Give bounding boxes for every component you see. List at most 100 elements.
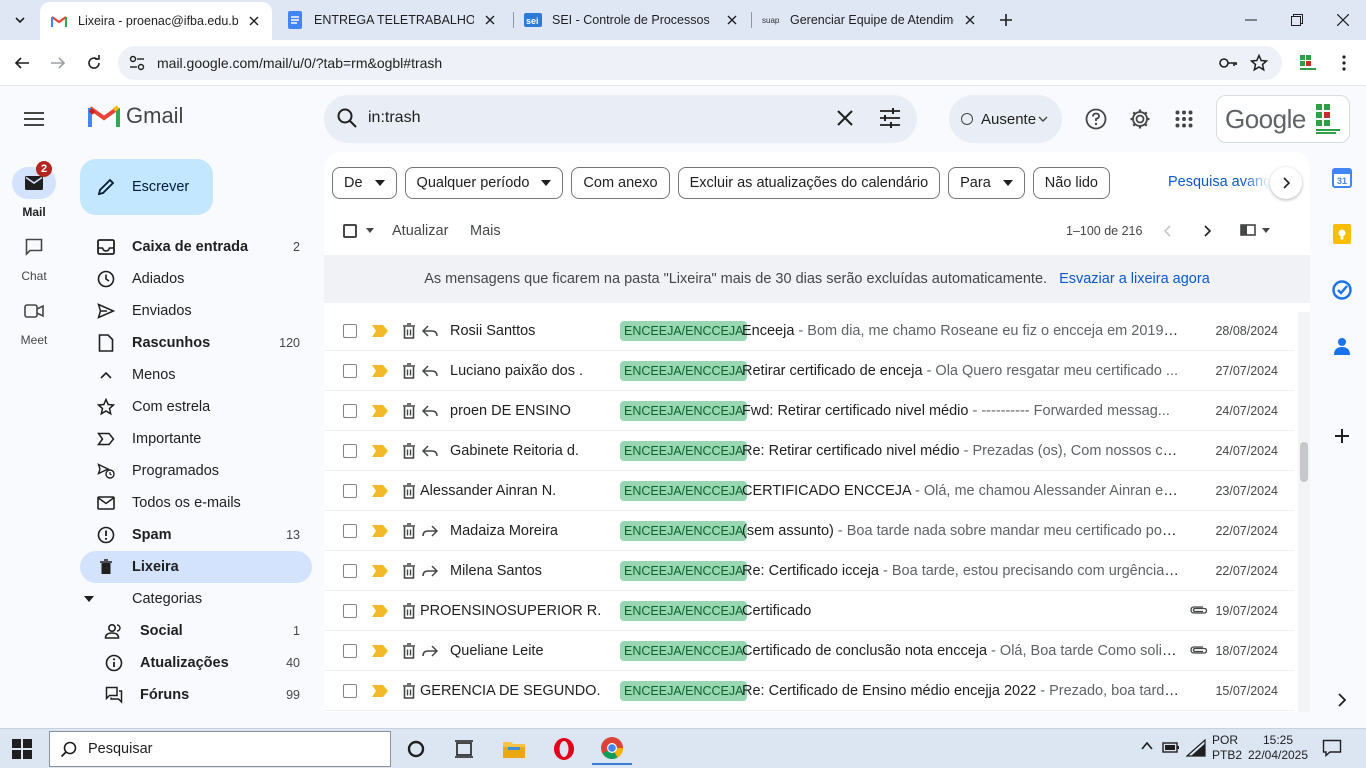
apps-button[interactable] bbox=[1168, 103, 1200, 135]
rail-item-mail[interactable]: 2 Mail bbox=[0, 161, 68, 219]
row-checkbox[interactable] bbox=[343, 324, 357, 338]
calendar-button[interactable]: 31 bbox=[1328, 164, 1356, 192]
important-marker-icon[interactable] bbox=[372, 365, 388, 377]
cortana-button[interactable] bbox=[396, 733, 436, 765]
email-row[interactable]: Milena Santos ENCEEJA/ENCCEJA Re: Certific… bbox=[324, 551, 1294, 591]
add-addon-button[interactable] bbox=[1328, 422, 1356, 450]
tab-docs[interactable]: ENTREGA TELETRABALHO MAR bbox=[276, 0, 508, 40]
clear-search-icon[interactable] bbox=[834, 107, 856, 129]
address-bar[interactable]: mail.google.com/mail/u/0/?tab=rm&ogbl#tr… bbox=[118, 46, 1282, 80]
email-label-badge[interactable]: ENCEEJA/ENCCEJA bbox=[620, 441, 748, 461]
row-checkbox[interactable] bbox=[343, 524, 357, 538]
search-icon[interactable] bbox=[336, 107, 358, 129]
close-icon[interactable] bbox=[724, 12, 740, 28]
tasks-button[interactable] bbox=[1328, 276, 1356, 304]
email-label-badge[interactable]: ENCEEJA/ENCCEJA bbox=[620, 481, 748, 501]
select-all-checkbox[interactable] bbox=[343, 224, 357, 238]
compose-button[interactable]: Escrever bbox=[80, 159, 213, 215]
email-row[interactable]: GERENCIA DE SEGUNDO. ENCEEJA/ENCCEJA Re: C… bbox=[324, 671, 1294, 711]
nav-item-inbox[interactable]: Caixa de entrada 2 bbox=[80, 231, 312, 263]
important-marker-icon[interactable] bbox=[372, 605, 388, 617]
important-marker-icon[interactable] bbox=[372, 645, 388, 657]
nav-item-categories[interactable]: Categorias bbox=[80, 583, 312, 615]
chip-has-attachment[interactable]: Com anexo bbox=[571, 167, 670, 199]
tab-suap[interactable]: suap Gerenciar Equipe de Atendimen bbox=[752, 0, 988, 40]
email-label-badge[interactable]: ENCEEJA/ENCCEJA bbox=[620, 561, 748, 581]
close-window-button[interactable] bbox=[1320, 0, 1366, 40]
input-language-indicator[interactable]: POR PTB2 bbox=[1212, 733, 1242, 763]
row-checkbox[interactable] bbox=[343, 564, 357, 578]
account-switcher[interactable]: Google bbox=[1216, 95, 1350, 143]
new-tab-button[interactable] bbox=[994, 8, 1018, 32]
key-icon[interactable] bbox=[1218, 54, 1238, 72]
email-label-badge[interactable]: ENCEEJA/ENCCEJA bbox=[620, 681, 748, 701]
email-label-badge[interactable]: ENCEEJA/ENCCEJA bbox=[620, 521, 748, 541]
older-page-button[interactable] bbox=[1160, 223, 1176, 239]
nav-item-starred[interactable]: Com estrela bbox=[80, 391, 312, 423]
email-row[interactable]: PROENSINOSUPERIOR R. ENCEEJA/ENCCEJA Certi… bbox=[324, 591, 1294, 631]
nav-item-important[interactable]: Importante bbox=[80, 423, 312, 455]
important-marker-icon[interactable] bbox=[372, 685, 388, 697]
site-settings-icon[interactable] bbox=[128, 54, 146, 72]
nav-item-sent[interactable]: Enviados bbox=[80, 295, 312, 327]
close-icon[interactable] bbox=[962, 12, 978, 28]
email-label-badge[interactable]: ENCEEJA/ENCCEJA bbox=[620, 321, 748, 341]
chip-period[interactable]: Qualquer período bbox=[404, 167, 564, 199]
nav-item-spam[interactable]: Spam 13 bbox=[80, 519, 312, 551]
task-view-button[interactable] bbox=[444, 733, 484, 765]
keep-button[interactable] bbox=[1328, 220, 1356, 248]
status-selector[interactable]: Ausente bbox=[949, 95, 1062, 143]
tab-gmail[interactable]: Lixeira - proenac@ifba.edu.br - bbox=[40, 2, 272, 40]
restore-button[interactable] bbox=[1274, 0, 1320, 40]
start-button[interactable] bbox=[12, 739, 32, 759]
nav-item-drafts[interactable]: Rascunhos 120 bbox=[80, 327, 312, 359]
email-row[interactable]: Alessander Ainran N. ENCEEJA/ENCCEJA CERTI… bbox=[324, 471, 1294, 511]
close-icon[interactable] bbox=[246, 13, 262, 29]
nav-item-scheduled[interactable]: Programados bbox=[80, 455, 312, 487]
scrollbar-thumb[interactable] bbox=[1300, 442, 1308, 482]
gmail-logo[interactable]: Gmail bbox=[88, 103, 183, 129]
taskbar-search-box[interactable]: Pesquisar bbox=[49, 731, 391, 767]
row-checkbox[interactable] bbox=[343, 604, 357, 618]
email-row[interactable]: Rosii Santtos ENCEEJA/ENCCEJA Enceeja - Bo… bbox=[324, 311, 1294, 351]
battery-button[interactable] bbox=[1161, 739, 1181, 755]
file-explorer-button[interactable] bbox=[494, 733, 534, 765]
row-checkbox[interactable] bbox=[343, 684, 357, 698]
minimize-button[interactable] bbox=[1228, 0, 1274, 40]
newer-page-button[interactable] bbox=[1199, 223, 1215, 239]
row-checkbox[interactable] bbox=[343, 484, 357, 498]
nav-item-all-mail[interactable]: Todos os e-mails bbox=[80, 487, 312, 519]
settings-button[interactable] bbox=[1124, 103, 1156, 135]
email-label-badge[interactable]: ENCEEJA/ENCCEJA bbox=[620, 641, 748, 661]
show-hidden-icons-button[interactable] bbox=[1140, 739, 1154, 753]
nav-item-snoozed[interactable]: Adiados bbox=[80, 263, 312, 295]
help-button[interactable] bbox=[1080, 103, 1112, 135]
important-marker-icon[interactable] bbox=[372, 525, 388, 537]
nav-item-social[interactable]: Social 1 bbox=[80, 615, 312, 647]
email-row[interactable]: Queliane Leite ENCEEJA/ENCCEJA Certificado… bbox=[324, 631, 1294, 671]
email-label-badge[interactable]: ENCEEJA/ENCCEJA bbox=[620, 361, 748, 381]
row-checkbox[interactable] bbox=[343, 644, 357, 658]
taskbar-clock[interactable]: 15:25 22/04/2025 bbox=[1246, 733, 1310, 763]
row-checkbox[interactable] bbox=[343, 404, 357, 418]
email-row[interactable]: proen DE ENSINO ENCEEJA/ENCCEJA Fwd: Retir… bbox=[324, 391, 1294, 431]
nav-item-trash[interactable]: Lixeira bbox=[80, 551, 312, 583]
chip-unread[interactable]: Não lido bbox=[1032, 167, 1110, 199]
important-marker-icon[interactable] bbox=[372, 325, 388, 337]
important-marker-icon[interactable] bbox=[372, 405, 388, 417]
nav-item-updates[interactable]: Atualizações 40 bbox=[80, 647, 312, 679]
email-row[interactable]: Madaiza Moreira ENCEEJA/ENCCEJA (sem assun… bbox=[324, 511, 1294, 551]
main-menu-button[interactable] bbox=[14, 99, 54, 139]
chip-exclude-calendar[interactable]: Excluir as atualizações do calendário bbox=[677, 167, 941, 199]
back-button[interactable] bbox=[8, 49, 36, 77]
list-scrollbar[interactable] bbox=[1298, 312, 1310, 712]
nav-item-less[interactable]: Menos bbox=[80, 359, 312, 391]
network-button[interactable] bbox=[1186, 739, 1206, 757]
mail-search-bar[interactable]: in:trash bbox=[324, 95, 917, 143]
refresh-button[interactable]: Atualizar bbox=[392, 223, 448, 239]
opera-button[interactable] bbox=[544, 733, 584, 765]
tab-search-button[interactable] bbox=[8, 8, 32, 32]
rail-item-chat[interactable]: Chat bbox=[0, 231, 68, 283]
email-row[interactable]: Gabinete Reitoria d. ENCEEJA/ENCCEJA Re: R… bbox=[324, 431, 1294, 471]
tab-sei[interactable]: sei SEI - Controle de Processos bbox=[514, 0, 750, 40]
